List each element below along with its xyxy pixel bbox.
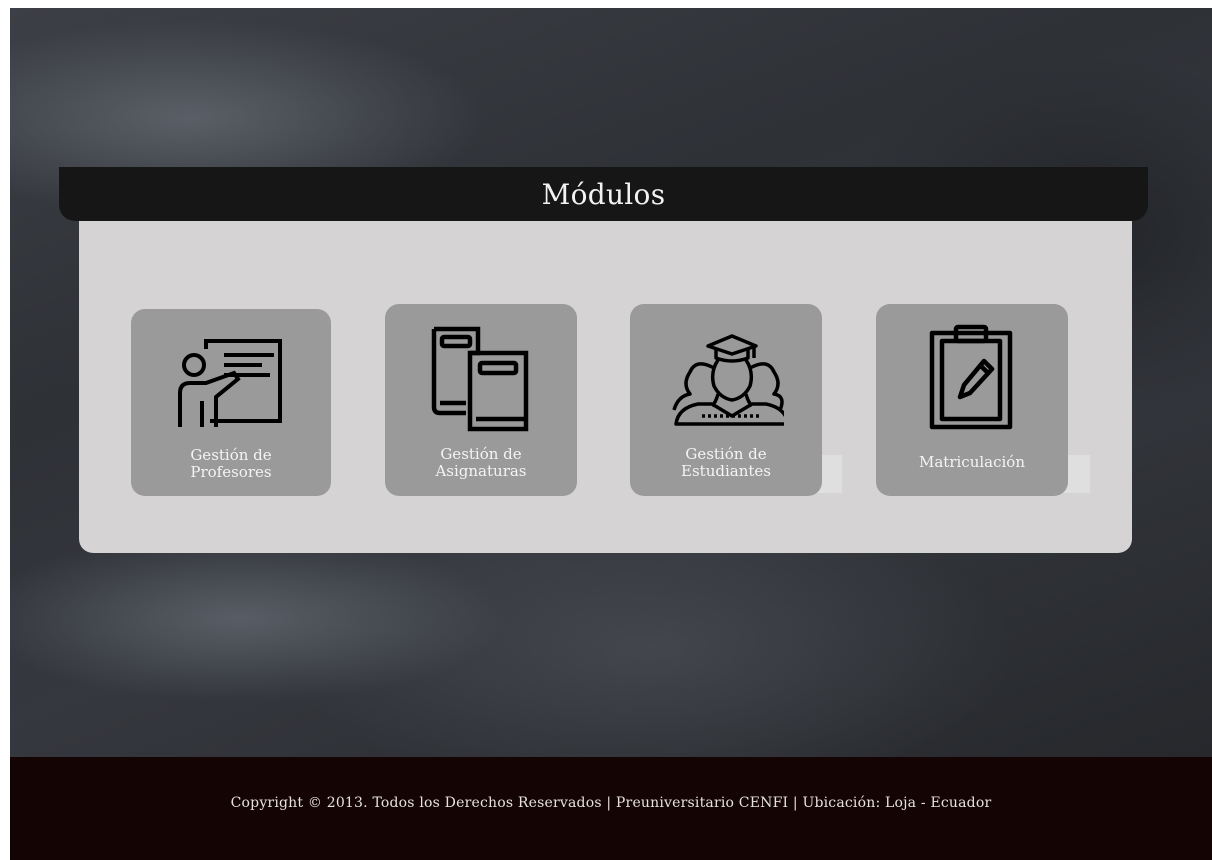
- module-label: Gestión de Asignaturas: [435, 445, 527, 480]
- page-title: Módulos: [541, 177, 666, 211]
- module-gestion-profesores[interactable]: Gestión de Profesores: [131, 309, 331, 496]
- module-label: Matriculación: [919, 453, 1025, 471]
- module-label: Gestión de Profesores: [190, 446, 272, 481]
- page-frame: Módulos Gestión de Profesores Gestión de…: [10, 8, 1212, 860]
- modules-panel: Gestión de Profesores Gestión de Asignat…: [79, 221, 1132, 553]
- modules-header: Módulos: [59, 167, 1148, 221]
- module-label: Gestión de Estudiantes: [681, 445, 771, 480]
- module-gestion-asignaturas[interactable]: Gestión de Asignaturas: [385, 304, 577, 496]
- module-gestion-estudiantes[interactable]: Gestión de Estudiantes: [630, 304, 822, 496]
- footer-copyright: Copyright © 2013. Todos los Derechos Res…: [230, 794, 992, 811]
- module-matriculacion[interactable]: Matriculación: [876, 304, 1068, 496]
- graduate-student-icon: [666, 318, 786, 438]
- books-icon: [421, 318, 541, 438]
- teacher-board-icon: [171, 323, 291, 443]
- clipboard-pencil-icon: [912, 318, 1032, 438]
- site-footer: Copyright © 2013. Todos los Derechos Res…: [10, 757, 1212, 860]
